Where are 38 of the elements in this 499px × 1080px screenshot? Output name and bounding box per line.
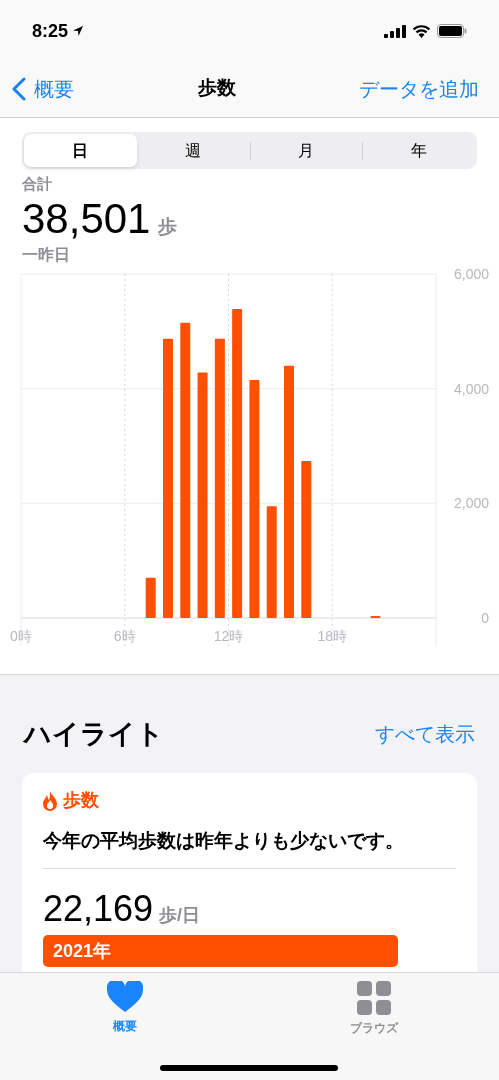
total-value: 38,501	[22, 194, 151, 244]
highlight-message: 今年の平均歩数は昨年よりも少ないです。	[43, 829, 405, 853]
axis-label: 0時	[10, 628, 32, 644]
date-label: 一昨日	[22, 245, 70, 265]
tab-bar-item[interactable]: 概要	[64, 981, 185, 1043]
axis-label: 4,000	[453, 380, 489, 397]
axis-label: 18時	[317, 628, 348, 644]
segment-tab[interactable]: 月	[250, 134, 363, 167]
status-time: 8:25	[32, 19, 69, 43]
axis-label: 6,000	[453, 266, 489, 282]
axis-label: 6時	[113, 628, 136, 644]
bar	[145, 577, 156, 618]
battery-icon	[437, 24, 467, 38]
year-label: 2021年	[53, 939, 112, 963]
section-title: ハイライト	[24, 717, 164, 751]
heart-icon	[106, 981, 143, 1013]
segment-tab[interactable]: 日	[24, 134, 137, 167]
tab-bar-item[interactable]: ブラウズ	[314, 981, 435, 1043]
axis-label: 2,000	[453, 495, 489, 512]
segment-tab[interactable]: 週	[136, 134, 250, 167]
grid-icon	[357, 981, 392, 1015]
signal-icon	[384, 24, 406, 38]
add-data-button[interactable]: データを追加	[359, 73, 487, 104]
axis-label: 12時	[213, 628, 244, 644]
segment-tab[interactable]: 年	[363, 134, 475, 167]
wifi-icon	[412, 24, 431, 38]
total-label: 合計	[22, 174, 52, 194]
axis-label: 0	[481, 610, 489, 626]
page-title: 歩数	[197, 76, 236, 101]
chevron-left-icon	[12, 76, 26, 101]
category-label: 歩数	[63, 789, 99, 812]
unit-label: 歩	[158, 215, 178, 239]
show-all-link[interactable]: すべて表示	[375, 719, 475, 749]
location-arrow-icon	[72, 25, 85, 37]
average-value: 22,169	[43, 889, 154, 929]
flame-icon	[43, 790, 57, 811]
unit-label: 歩/日	[159, 904, 201, 927]
back-button[interactable]: 概要	[12, 73, 74, 104]
